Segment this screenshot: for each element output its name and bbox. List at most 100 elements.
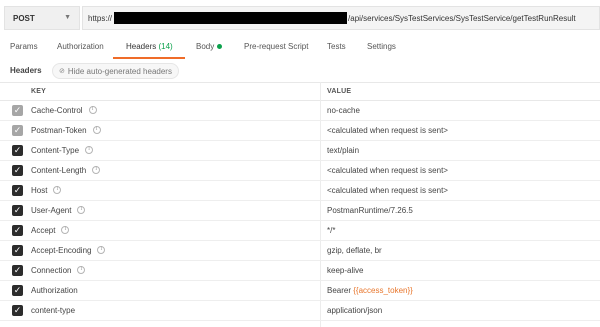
header-key-text: Host xyxy=(31,186,48,195)
header-key-text: Cache-Control xyxy=(31,106,83,115)
tab-count: (14) xyxy=(158,42,173,51)
row-checkbox[interactable]: ✓ xyxy=(12,285,23,296)
header-key-text: Content-Type xyxy=(31,146,80,155)
tab-label: Body xyxy=(196,42,215,51)
chevron-down-icon: ▼ xyxy=(64,14,71,21)
table-row: ✓ Accept-Encoding gzip, deflate, br xyxy=(0,241,600,261)
tab-label: Settings xyxy=(367,42,396,51)
info-icon[interactable] xyxy=(77,206,86,214)
header-key-text: Postman-Token xyxy=(31,126,87,135)
row-checkbox[interactable]: ✓ xyxy=(12,305,23,316)
table-row: ✓ Postman-Token <calculated when request… xyxy=(0,121,600,141)
tab-label: Authorization xyxy=(57,42,104,51)
header-key[interactable]: Content-Type xyxy=(31,146,94,155)
header-key-text: content-type xyxy=(31,306,76,315)
column-header-key: KEY xyxy=(31,88,46,95)
info-icon[interactable] xyxy=(92,166,101,174)
headers-section-label: Headers xyxy=(10,66,42,75)
row-checkbox[interactable]: ✓ xyxy=(12,245,23,256)
header-key[interactable]: Authorization xyxy=(31,286,78,295)
tab-authorization[interactable]: Authorization xyxy=(57,42,104,51)
header-value[interactable]: gzip, deflate, br xyxy=(327,246,382,255)
redacted-host xyxy=(114,12,348,24)
header-key[interactable]: Host xyxy=(31,186,62,195)
header-key-text: User-Agent xyxy=(31,206,72,215)
row-checkbox[interactable]: ✓ xyxy=(12,105,23,116)
header-key[interactable]: Connection xyxy=(31,266,86,275)
headers-toolbar: Headers ⊘ Hide auto-generated headers xyxy=(0,62,600,80)
header-value[interactable]: PostmanRuntime/7.26.5 xyxy=(327,206,413,215)
info-icon[interactable] xyxy=(61,226,70,234)
info-icon[interactable] xyxy=(92,126,101,134)
status-dot-icon xyxy=(217,44,223,50)
table-row: ✓ Content-Type text/plain xyxy=(0,141,600,161)
table-row: ✓ Cache-Control no-cache xyxy=(0,101,600,121)
column-header-value: VALUE xyxy=(327,88,352,95)
method-label: POST xyxy=(13,13,35,23)
info-icon[interactable] xyxy=(97,246,106,254)
header-key[interactable]: Content-Length xyxy=(31,166,101,175)
url-path: /api/services/SysTestServices/SysTestSer… xyxy=(348,13,576,23)
header-value[interactable]: <calculated when request is sent> xyxy=(327,186,448,195)
info-icon[interactable] xyxy=(53,186,62,194)
header-key[interactable]: User-Agent xyxy=(31,206,86,215)
hide-auto-headers-label: Hide auto-generated headers xyxy=(67,66,172,76)
tab-pre-request-script[interactable]: Pre-request Script xyxy=(244,42,308,51)
request-bar: POST ▼ https:// /api/services/SysTestSer… xyxy=(0,0,600,36)
row-checkbox[interactable]: ✓ xyxy=(12,125,23,136)
method-select[interactable]: POST ▼ xyxy=(4,6,80,30)
tab-body[interactable]: Body xyxy=(196,42,223,51)
header-key[interactable]: Postman-Token xyxy=(31,126,101,135)
header-value[interactable]: Bearer {{access_token}} xyxy=(327,286,413,295)
table-row: ✓ content-type application/json xyxy=(0,301,600,321)
header-key-text: Accept-Encoding xyxy=(31,246,92,255)
url-prefix: https:// xyxy=(88,13,113,23)
row-checkbox[interactable]: ✓ xyxy=(12,205,23,216)
header-key-text: Authorization xyxy=(31,286,78,295)
header-key[interactable]: Cache-Control xyxy=(31,106,97,115)
tab-label: Params xyxy=(10,42,38,51)
request-tabs: Params Authorization Headers (14) Body P… xyxy=(0,36,600,60)
row-checkbox[interactable]: ✓ xyxy=(12,185,23,196)
info-icon[interactable] xyxy=(88,106,97,114)
header-key[interactable]: Accept-Encoding xyxy=(31,246,106,255)
header-key-text: Connection xyxy=(31,266,72,275)
headers-table-header: KEY VALUE xyxy=(0,82,600,101)
header-value[interactable]: text/plain xyxy=(327,146,359,155)
header-value[interactable]: no-cache xyxy=(327,106,360,115)
info-icon[interactable] xyxy=(77,266,86,274)
header-value[interactable]: <calculated when request is sent> xyxy=(327,166,448,175)
tab-label: Headers xyxy=(126,42,157,51)
header-value[interactable]: */* xyxy=(327,226,335,235)
value-prefix: Bearer xyxy=(327,286,354,295)
header-value[interactable]: application/json xyxy=(327,306,382,315)
table-row: ✓ Host <calculated when request is sent> xyxy=(0,181,600,201)
header-value[interactable]: <calculated when request is sent> xyxy=(327,126,448,135)
active-tab-indicator xyxy=(113,57,185,59)
tab-label: Pre-request Script xyxy=(244,42,309,51)
table-row: ✓ Accept */* xyxy=(0,221,600,241)
row-checkbox[interactable]: ✓ xyxy=(12,265,23,276)
environment-variable: {{access_token}} xyxy=(353,286,413,295)
tab-headers[interactable]: Headers (14) xyxy=(126,42,173,51)
row-checkbox[interactable]: ✓ xyxy=(12,145,23,156)
table-row: ✓ Connection keep-alive xyxy=(0,261,600,281)
table-row: ✓ Content-Length <calculated when reques… xyxy=(0,161,600,181)
table-row: ✓ Authorization Bearer {{access_token}} xyxy=(0,281,600,301)
header-key[interactable]: Accept xyxy=(31,226,70,235)
header-value[interactable]: keep-alive xyxy=(327,266,363,275)
row-checkbox[interactable]: ✓ xyxy=(12,225,23,236)
table-row: ✓ User-Agent PostmanRuntime/7.26.5 xyxy=(0,201,600,221)
info-icon[interactable] xyxy=(85,146,94,154)
header-key-text: Accept xyxy=(31,226,56,235)
header-key-text: Content-Length xyxy=(31,166,87,175)
url-input[interactable]: https:// /api/services/SysTestServices/S… xyxy=(82,6,600,30)
tab-params[interactable]: Params xyxy=(10,42,38,51)
eye-slash-icon: ⊘ xyxy=(59,68,65,75)
header-key[interactable]: content-type xyxy=(31,306,75,315)
tab-settings[interactable]: Settings xyxy=(367,42,396,51)
row-checkbox[interactable]: ✓ xyxy=(12,165,23,176)
hide-auto-headers-button[interactable]: ⊘ Hide auto-generated headers xyxy=(52,63,179,79)
tab-label: Tests xyxy=(327,42,346,51)
tab-tests[interactable]: Tests xyxy=(327,42,346,51)
